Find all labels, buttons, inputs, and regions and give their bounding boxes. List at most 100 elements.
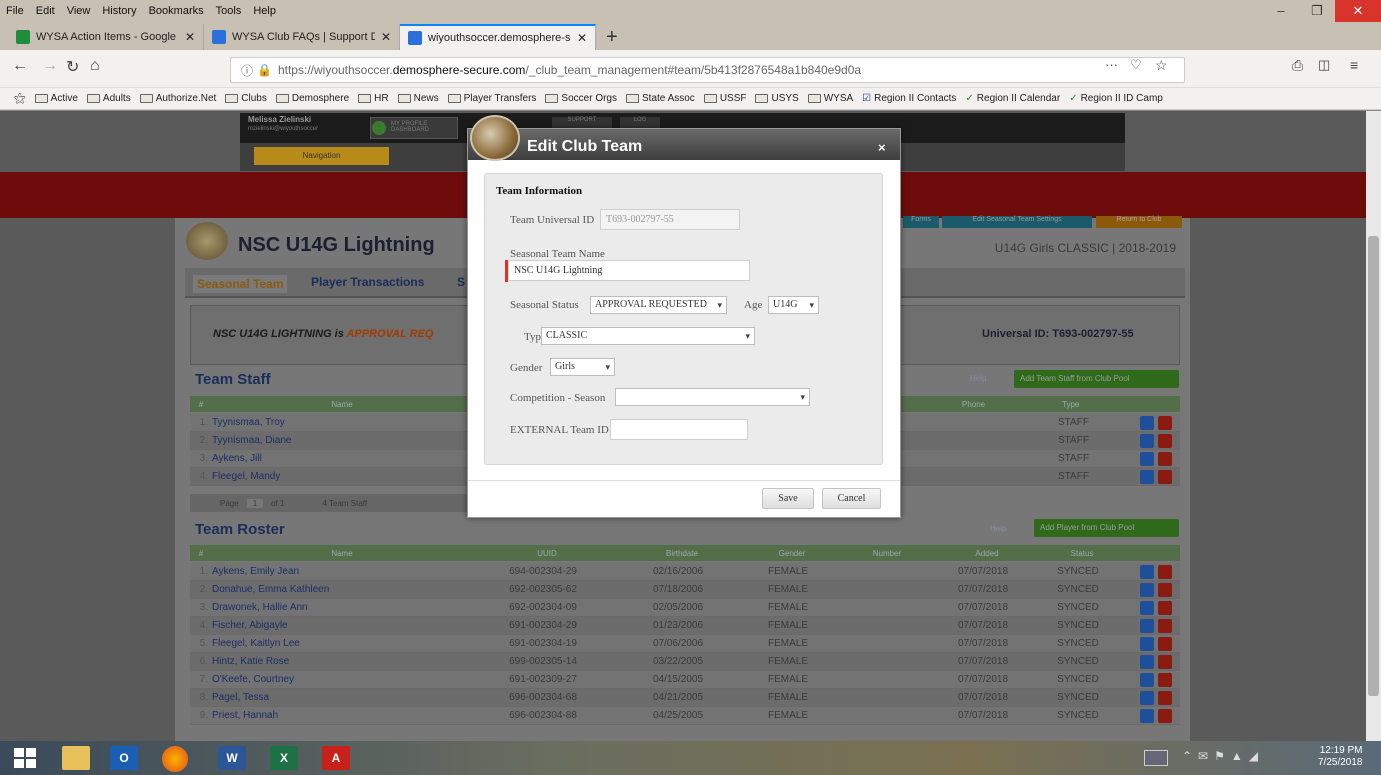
browser-tab-1[interactable]: WYSA Action Items - Google S ✕ [8, 24, 204, 50]
dialog-close-button[interactable]: × [878, 140, 886, 155]
close-window-button[interactable]: ✕ [1335, 0, 1381, 22]
new-tab-button[interactable]: + [606, 24, 618, 50]
delete-icon[interactable] [1158, 672, 1172, 687]
delete-icon[interactable] [1158, 451, 1172, 466]
bookmark-usys[interactable]: USYS [755, 93, 799, 104]
edit-icon[interactable] [1140, 451, 1154, 466]
bookmark-soccer-orgs[interactable]: Soccer Orgs [545, 93, 617, 104]
return-to-club-button[interactable]: Return to Club [1096, 216, 1182, 228]
bookmark-region-ii-calendar[interactable]: ✓ Region II Calendar [965, 93, 1060, 104]
scrollbar-thumb[interactable] [1368, 236, 1379, 696]
delete-icon[interactable] [1158, 582, 1172, 597]
menu-bookmarks[interactable]: Bookmarks [149, 5, 204, 17]
bookmark-player-transfers[interactable]: Player Transfers [447, 93, 536, 104]
edit-icon[interactable] [1140, 708, 1154, 723]
taskbar-clock[interactable]: 12:19 PM 7/25/2018 [1318, 745, 1363, 769]
seasonal-status-select[interactable]: APPROVAL REQUESTED ▾ [590, 296, 727, 314]
delete-icon[interactable] [1158, 708, 1172, 723]
edit-icon[interactable] [1140, 564, 1154, 579]
menu-history[interactable]: History [102, 5, 136, 17]
outlook-icon[interactable]: O [110, 746, 138, 770]
tab-partial[interactable]: S [457, 275, 465, 289]
acrobat-icon[interactable]: A [322, 746, 350, 770]
bookmarks-star-icon[interactable]: ⚝ [14, 91, 26, 106]
type-select[interactable]: CLASSIC ▾ [541, 327, 755, 345]
firefox-icon[interactable] [162, 746, 188, 772]
menu-file[interactable]: File [6, 5, 24, 17]
edit-icon[interactable] [1140, 469, 1154, 484]
save-button[interactable]: Save [762, 488, 814, 509]
menu-icon[interactable]: ≡ [1350, 57, 1358, 73]
menu-tools[interactable]: Tools [216, 5, 242, 17]
file-explorer-icon[interactable] [62, 746, 90, 770]
bookmark-ussf[interactable]: USSF [703, 93, 746, 104]
tray-icons[interactable]: ⌃✉⚑▲◢ [1182, 749, 1264, 763]
bookmark-clubs[interactable]: Clubs [225, 93, 267, 104]
excel-icon[interactable]: X [270, 746, 298, 770]
tab-seasonal-team[interactable]: Seasonal Team [193, 275, 288, 293]
pocket-icon[interactable]: ♡ [1130, 57, 1142, 73]
delete-icon[interactable] [1158, 469, 1172, 484]
back-icon[interactable]: ← [12, 57, 28, 75]
browser-tab-3[interactable]: wiyouthsoccer.demosphere-se ✕ [400, 24, 596, 50]
age-select[interactable]: U14G ▾ [768, 296, 819, 314]
menu-help[interactable]: Help [253, 5, 276, 17]
delete-icon[interactable] [1158, 654, 1172, 669]
bookmark-hr[interactable]: HR [358, 93, 389, 104]
cancel-button[interactable]: Cancel [822, 488, 881, 509]
bookmark-authorize-net[interactable]: Authorize.Net [139, 93, 216, 104]
table-row[interactable]: 8. Pagel, Tessa 696-002304-68 04/21/2005… [190, 689, 1180, 707]
edit-icon[interactable] [1140, 600, 1154, 615]
windows-start-icon[interactable] [14, 748, 36, 768]
reload-icon[interactable]: ↻ [66, 57, 79, 77]
gender-select[interactable]: Girls ▾ [550, 358, 615, 376]
bookmark-region-ii-contacts[interactable]: ☑ Region II Contacts [862, 93, 956, 104]
bookmark-wysa[interactable]: WYSA [807, 93, 853, 104]
edit-icon[interactable] [1140, 433, 1154, 448]
browser-tab-2[interactable]: WYSA Club FAQs | Support Do ✕ [204, 24, 400, 50]
table-row[interactable]: 6. Hintz, Katie Rose 699-002305-14 03/22… [190, 653, 1180, 671]
delete-icon[interactable] [1158, 690, 1172, 705]
competition-season-select[interactable]: ▾ [615, 388, 810, 406]
staff-help-button[interactable]: Help [970, 374, 986, 383]
bookmark-active[interactable]: Active [34, 93, 78, 104]
edit-seasonal-settings-button[interactable]: Edit Seasonal Team Settings [942, 216, 1092, 228]
keyboard-icon[interactable] [1144, 750, 1168, 766]
print-icon[interactable]: ⎙ [1292, 57, 1303, 74]
delete-icon[interactable] [1158, 618, 1172, 633]
delete-icon[interactable] [1158, 600, 1172, 615]
table-row[interactable]: 4. Fischer, Abigayle 691-002304-29 01/23… [190, 617, 1180, 635]
bookmark-demosphere[interactable]: Demosphere [275, 93, 349, 104]
menu-edit[interactable]: Edit [36, 5, 55, 17]
word-icon[interactable]: W [218, 746, 246, 770]
bookmark-news[interactable]: News [397, 93, 439, 104]
bookmark-region-ii-id-camp[interactable]: ✓ Region II ID Camp [1069, 93, 1163, 104]
minimize-button[interactable]: – [1263, 0, 1299, 22]
edit-icon[interactable] [1140, 672, 1154, 687]
external-team-id-input[interactable] [610, 419, 748, 440]
url-bar[interactable]: ⓘ 🔒 https://wiyouthsoccer. demosphere-sec… [230, 57, 1185, 83]
forward-icon[interactable]: → [42, 57, 58, 75]
navigation-button[interactable]: Navigation [254, 147, 389, 165]
star-icon[interactable]: ☆ [1155, 57, 1168, 74]
bookmark-adults[interactable]: Adults [86, 93, 131, 104]
bookmark-state-assoc[interactable]: State Assoc [626, 93, 695, 104]
table-row[interactable]: 9. Priest, Hannah 696-002304-88 04/25/20… [190, 707, 1180, 725]
edit-icon[interactable] [1140, 415, 1154, 430]
roster-help-button[interactable]: Help [990, 524, 1006, 533]
menu-view[interactable]: View [67, 5, 91, 17]
close-tab-icon[interactable]: ✕ [381, 30, 391, 44]
table-row[interactable]: 5. Fleegel, Kaitlyn Lee 691-002304-19 07… [190, 635, 1180, 653]
edit-icon[interactable] [1140, 582, 1154, 597]
table-row[interactable]: 7. O'Keefe, Courtney 691-002309-27 04/15… [190, 671, 1180, 689]
edit-icon[interactable] [1140, 636, 1154, 651]
delete-icon[interactable] [1158, 415, 1172, 430]
delete-icon[interactable] [1158, 564, 1172, 579]
delete-icon[interactable] [1158, 433, 1172, 448]
edit-icon[interactable] [1140, 690, 1154, 705]
delete-icon[interactable] [1158, 636, 1172, 651]
seasonal-team-name-input[interactable]: NSC U14G Lightning [508, 260, 750, 281]
tab-player-transactions[interactable]: Player Transactions [311, 275, 424, 289]
add-player-button[interactable]: Add Player from Club Pool [1034, 519, 1179, 537]
restore-button[interactable]: ❐ [1299, 0, 1335, 22]
